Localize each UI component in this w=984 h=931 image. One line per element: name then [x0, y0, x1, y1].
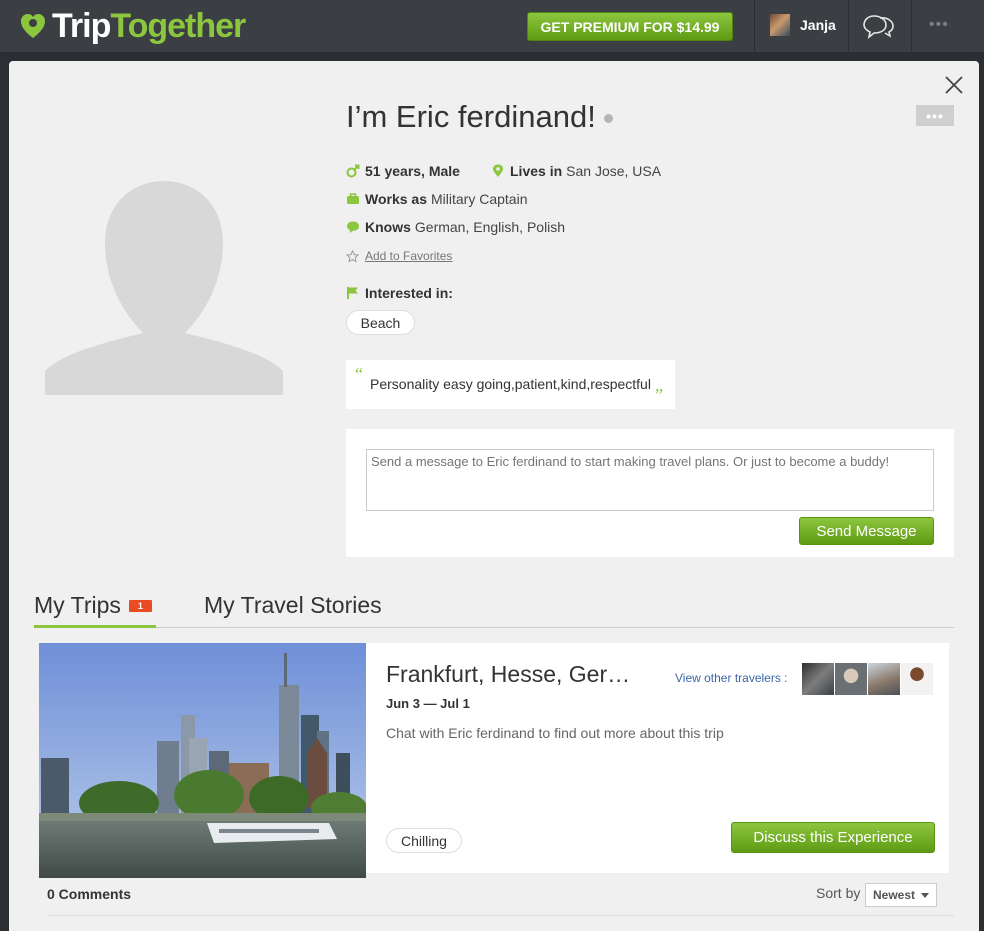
age-gender-text: 51 years, Male [365, 163, 460, 179]
trip-title[interactable]: Frankfurt, Hesse, Ger… [386, 661, 630, 688]
close-icon[interactable] [944, 75, 964, 95]
quote-text: Personality easy going,patient,kind,resp… [370, 376, 651, 392]
logo[interactable]: TripTogether [18, 7, 246, 45]
traveler-avatar[interactable] [802, 663, 834, 695]
sort-dropdown[interactable]: Newest [865, 883, 937, 907]
briefcase-icon [347, 193, 359, 204]
star-icon [346, 249, 359, 263]
sort-label: Sort by [816, 885, 861, 901]
view-other-travelers-link[interactable]: View other travelers : [675, 671, 788, 685]
logo-heart-pin-icon [21, 14, 45, 38]
comments-bar: 0 Comments Sort by Newest [47, 873, 954, 916]
profile-photo-placeholder [45, 181, 283, 395]
open-quote-icon: “ [355, 364, 363, 384]
personality-quote: “ Personality easy going,patient,kind,re… [346, 360, 675, 409]
trip-tag-chip[interactable]: Chilling [386, 828, 462, 853]
trip-card: Frankfurt, Hesse, Ger… View other travel… [39, 643, 949, 878]
trip-dates: Jun 3 — Jul 1 [386, 696, 470, 711]
works-label: Works as [365, 191, 427, 207]
logo-text: TripTogether [52, 7, 246, 45]
lives-value: San Jose, USA [566, 163, 662, 179]
get-premium-button[interactable]: GET PREMIUM FOR $14.99 [527, 12, 733, 41]
sort-value: Newest [873, 888, 916, 902]
trip-photo[interactable] [39, 643, 366, 878]
message-panel: Send Message [346, 429, 954, 557]
profile-more-button[interactable]: ••• [916, 105, 954, 126]
discuss-experience-button[interactable]: Discuss this Experience [731, 822, 935, 853]
profile-card: ••• I’m Eric ferdinand! 51 years, Male L… [9, 61, 979, 931]
trip-count-badge: 1 [128, 599, 152, 612]
profile-name: I’m Eric ferdinand! [346, 99, 613, 135]
divider [848, 0, 849, 52]
flag-icon [347, 287, 358, 299]
profile-name-text: I’m Eric ferdinand! [346, 99, 596, 134]
comments-count: 0 Comments [47, 886, 132, 902]
traveler-avatar[interactable] [868, 663, 900, 695]
lives-row: Lives in San Jose, USA [491, 163, 661, 179]
add-to-favorites-link[interactable]: Add to Favorites [346, 249, 452, 263]
works-value: Military Captain [431, 191, 528, 207]
message-input[interactable] [366, 449, 934, 511]
knows-label: Knows [365, 219, 411, 235]
divider [911, 0, 912, 52]
top-bar: TripTogether GET PREMIUM FOR $14.99 Janj… [0, 0, 984, 52]
works-row: Works as Military Captain [346, 191, 527, 207]
interest-chip[interactable]: Beach [346, 310, 415, 335]
tab-my-trips[interactable]: My Trips 1 [34, 592, 152, 619]
traveler-avatar[interactable] [835, 663, 867, 695]
user-menu[interactable]: Janja [770, 14, 836, 36]
location-pin-icon [493, 164, 503, 177]
avatar [770, 14, 790, 36]
age-gender-row: 51 years, Male [346, 163, 464, 179]
tab-my-trips-label: My Trips [34, 592, 121, 618]
interested-row: Interested in: [346, 285, 457, 301]
male-icon [346, 164, 360, 178]
speech-bubble-icon [347, 221, 359, 233]
interested-label: Interested in: [365, 285, 453, 301]
knows-row: Knows German, English, Polish [346, 219, 565, 235]
active-tab-indicator [34, 625, 156, 628]
send-message-button[interactable]: Send Message [799, 517, 934, 545]
profile-tabs: My Trips 1 My Travel Stories [34, 588, 954, 628]
caret-down-icon [921, 892, 930, 898]
lives-label: Lives in [510, 163, 563, 179]
more-menu-icon[interactable]: ••• [929, 16, 949, 34]
favorites-label: Add to Favorites [365, 249, 453, 263]
user-name: Janja [800, 17, 836, 33]
knows-value: German, English, Polish [414, 219, 566, 235]
trip-description: Chat with Eric ferdinand to find out mor… [386, 725, 724, 741]
tab-my-travel-stories-label: My Travel Stories [204, 592, 382, 618]
chat-bubbles-icon[interactable] [862, 12, 896, 40]
tab-my-travel-stories[interactable]: My Travel Stories [204, 592, 382, 619]
online-status-dot [603, 114, 613, 124]
divider [754, 0, 755, 52]
other-travelers [802, 663, 934, 695]
close-quote-icon: ” [655, 385, 663, 405]
traveler-avatar[interactable] [901, 663, 933, 695]
